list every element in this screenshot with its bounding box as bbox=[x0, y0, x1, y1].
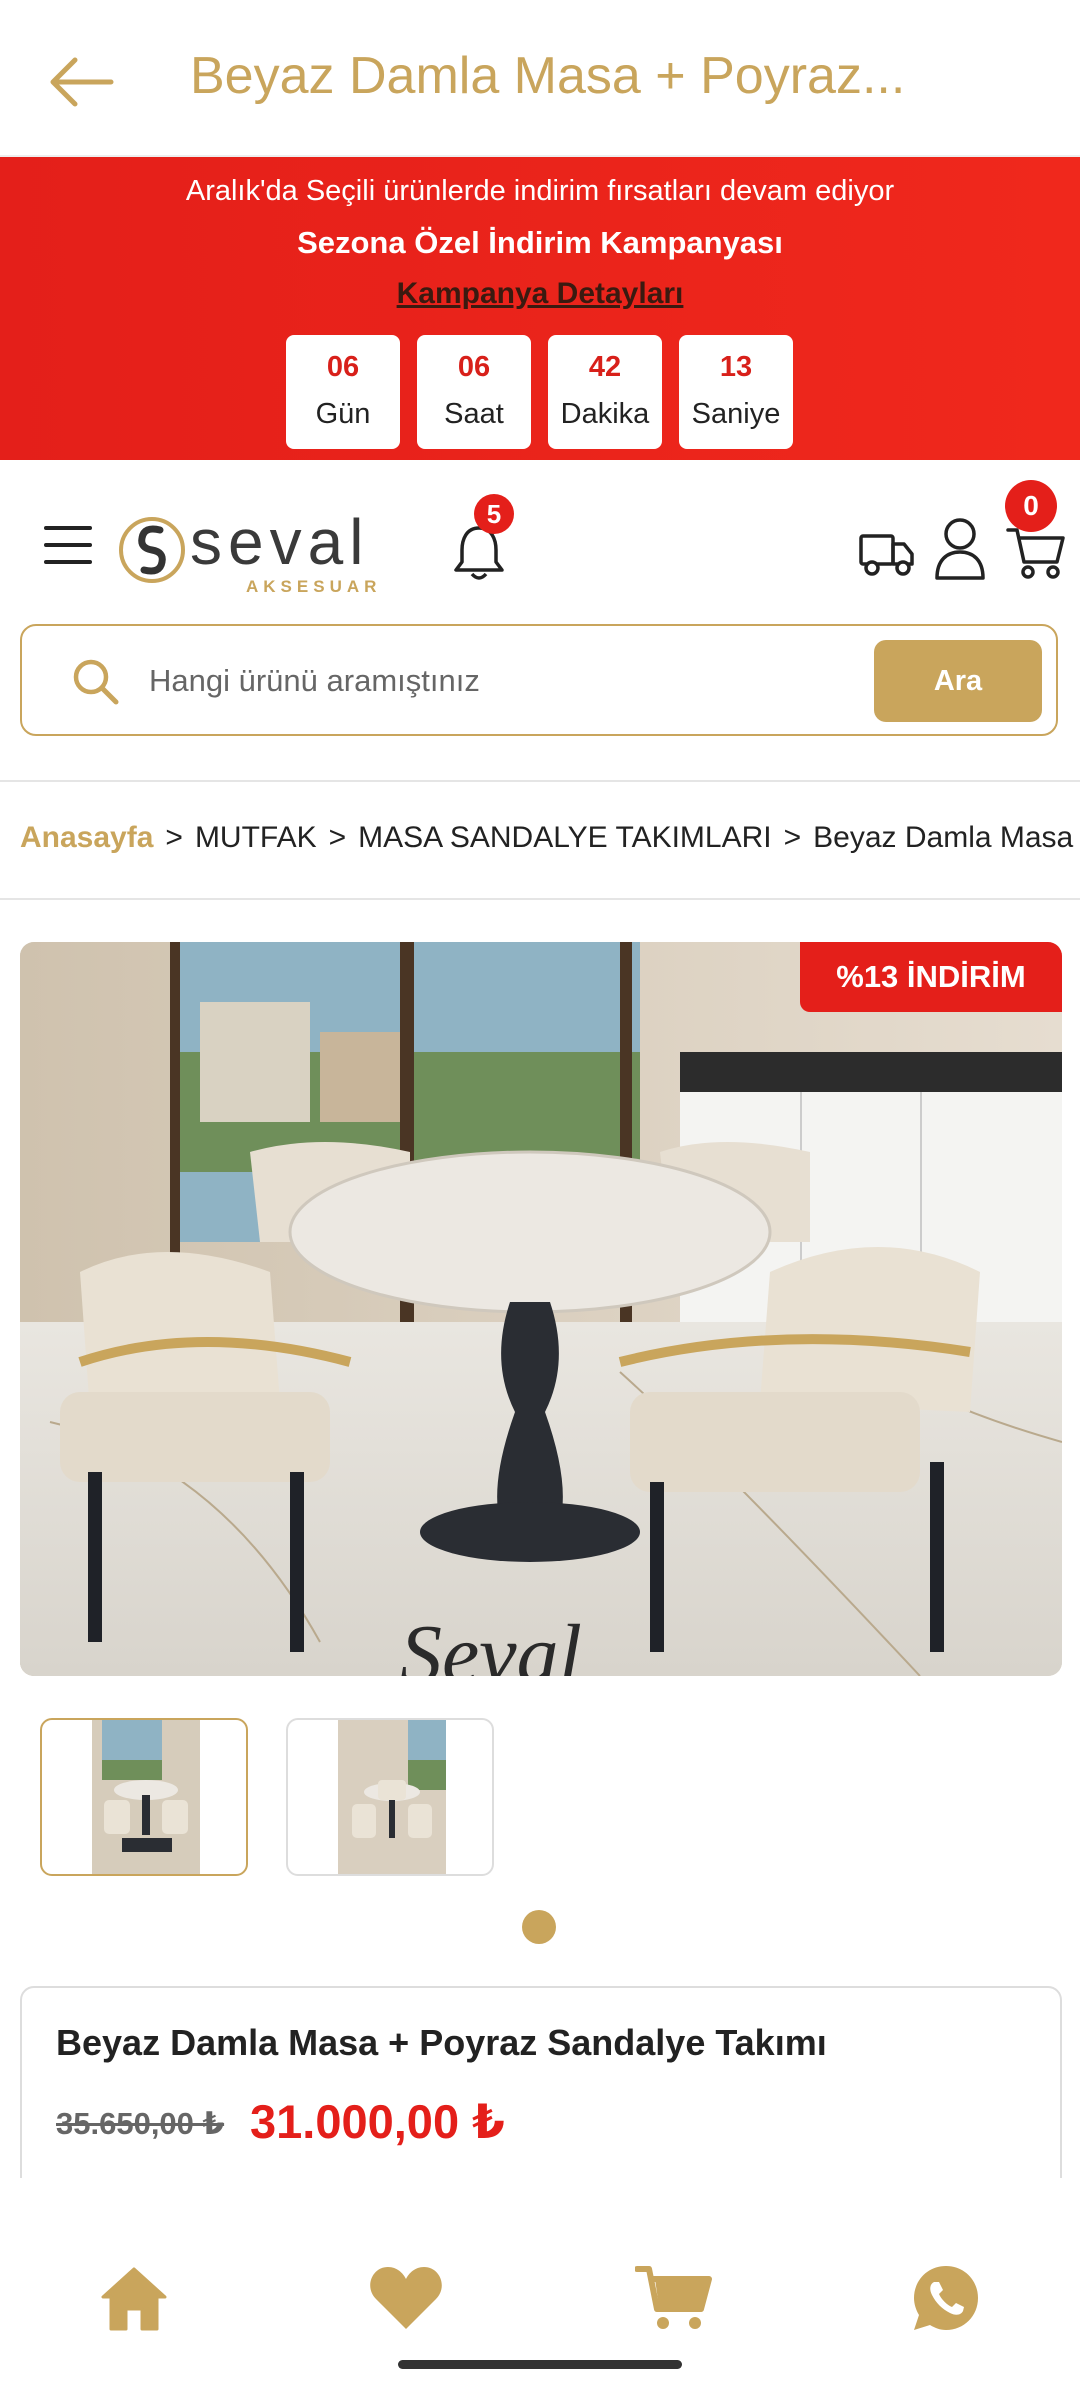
countdown-minutes: 42 Dakika bbox=[548, 335, 662, 449]
user-icon[interactable] bbox=[932, 516, 988, 582]
notification-count-badge: 5 bbox=[474, 494, 514, 534]
countdown-value: 13 bbox=[719, 351, 753, 383]
countdown-label: Dakika bbox=[560, 398, 650, 430]
product-main-image[interactable]: Seval %13 İNDİRİM bbox=[20, 942, 1062, 1676]
whatsapp-icon[interactable] bbox=[906, 2258, 986, 2338]
back-arrow-icon[interactable] bbox=[40, 42, 120, 122]
countdown-value: 06 bbox=[457, 351, 491, 383]
breadcrumb-item-current: Beyaz Damla Masa bbox=[813, 821, 1074, 854]
bell-icon[interactable]: 5 bbox=[450, 494, 514, 584]
store-header: seval AKSESUAR 5 0 bbox=[0, 460, 1080, 620]
breadcrumb-item-masa-sandalye[interactable]: MASA SANDALYE TAKIMLARI bbox=[358, 821, 771, 854]
campaign-details-link[interactable]: Kampanya Detayları bbox=[0, 277, 1080, 311]
countdown-label: Saat bbox=[444, 398, 504, 430]
breadcrumb-home[interactable]: Anasayfa bbox=[20, 821, 153, 854]
thumbnail-1[interactable] bbox=[40, 1718, 248, 1876]
countdown-seconds: 13 Saniye bbox=[679, 335, 793, 449]
image-thumbnails bbox=[40, 1718, 494, 1876]
cart-icon[interactable]: 0 bbox=[1005, 480, 1067, 580]
truck-icon[interactable] bbox=[858, 522, 916, 580]
promo-banner: Aralık'da Seçili ürünlerde indirim fırsa… bbox=[0, 157, 1080, 460]
breadcrumb-separator: > bbox=[328, 821, 347, 854]
breadcrumb-separator: > bbox=[165, 821, 183, 854]
search-button[interactable]: Ara bbox=[874, 640, 1042, 722]
countdown-days: 06 Gün bbox=[286, 335, 400, 449]
search-bar: Ara bbox=[20, 624, 1058, 736]
menu-icon[interactable] bbox=[44, 526, 92, 574]
cart-count-badge: 0 bbox=[1005, 480, 1057, 532]
old-price: 35.650,00 ₺ bbox=[56, 2106, 225, 2141]
product-name: Beyaz Damla Masa + Poyraz Sandalye Takım… bbox=[56, 2022, 827, 2063]
logo-subtext: AKSESUAR bbox=[246, 577, 381, 596]
divider bbox=[0, 898, 1080, 900]
thumbnail-2[interactable] bbox=[286, 1718, 494, 1876]
countdown-value: 06 bbox=[326, 351, 360, 383]
breadcrumb: Anasayfa > MUTFAK > MASA SANDALYE TAKIMLARI >… bbox=[20, 812, 1080, 864]
countdown-value: 42 bbox=[588, 351, 622, 383]
system-home-indicator[interactable] bbox=[398, 2360, 682, 2369]
countdown-label: Saniye bbox=[691, 398, 781, 430]
heart-icon[interactable] bbox=[366, 2258, 446, 2338]
seval-logo[interactable]: seval AKSESUAR bbox=[118, 506, 453, 596]
countdown-label: Gün bbox=[315, 398, 371, 430]
countdown-timer: 06 Gün 06 Saat 42 Dakika 13 Saniye bbox=[286, 335, 793, 449]
promo-text: Aralık'da Seçili ürünlerde indirim fırsa… bbox=[185, 175, 895, 207]
top-app-bar: Beyaz Damla Masa + Poyraz... bbox=[0, 0, 1080, 157]
promo-heading: Sezona Özel İndirim Kampanyası bbox=[297, 225, 783, 260]
logo-wordmark: seval bbox=[190, 506, 369, 578]
countdown-hours: 06 Saat bbox=[417, 335, 531, 449]
breadcrumb-item-mutfak[interactable]: MUTFAK bbox=[195, 821, 317, 854]
current-price: 31.000,00 ₺ bbox=[250, 2095, 505, 2148]
carousel-page-indicator[interactable] bbox=[522, 1910, 556, 1944]
breadcrumb-separator: > bbox=[783, 821, 802, 854]
search-icon bbox=[70, 656, 122, 708]
search-input[interactable] bbox=[147, 650, 881, 712]
discount-badge: %13 İNDİRİM bbox=[800, 942, 1062, 1012]
home-icon[interactable] bbox=[94, 2258, 174, 2338]
page-title: Beyaz Damla Masa + Poyraz... bbox=[190, 47, 906, 105]
cart-icon[interactable] bbox=[634, 2258, 714, 2338]
divider bbox=[0, 780, 1080, 782]
image-watermark: Seval bbox=[400, 1608, 582, 1676]
